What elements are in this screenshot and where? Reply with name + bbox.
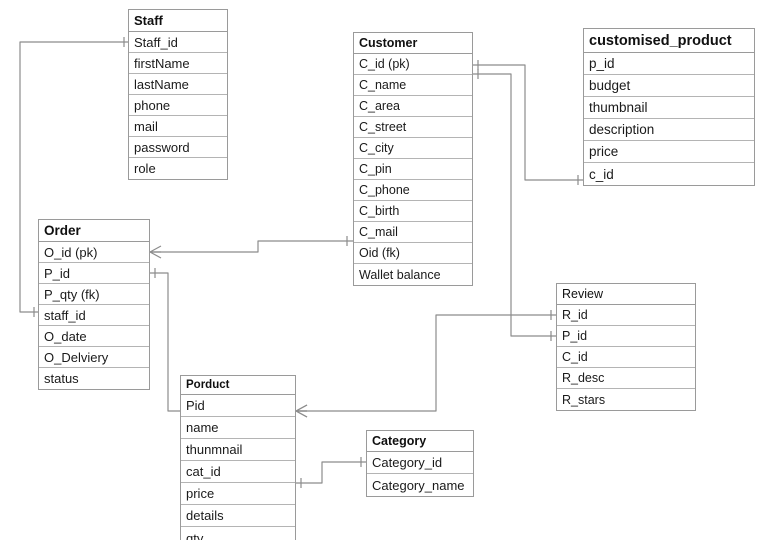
entity-field-staff-5: password: [129, 137, 227, 158]
entity-field-customer-9: Oid (fk): [354, 243, 472, 264]
entity-title-customised_product: customised_product: [584, 29, 754, 53]
relationship-porduct-to-review-from-crowsfoot: [295, 404, 308, 418]
entity-field-order-0: O_id (pk): [39, 242, 149, 263]
entity-field-porduct-1: name: [181, 417, 295, 439]
entity-order: Order O_id (pk) P_id P_qty (fk) staff_id O_da…: [38, 219, 150, 390]
entity-title-staff: Staff: [129, 10, 227, 32]
relationship-customer-to-review: [473, 73, 556, 337]
entity-field-porduct-2: thunmnail: [181, 439, 295, 461]
entity-review: Review R_id P_id C_id R_desc R_stars: [556, 283, 696, 411]
entity-field-customer-3: C_street: [354, 117, 472, 138]
entity-field-porduct-3: cat_id: [181, 461, 295, 483]
entity-field-customer-8: C_mail: [354, 222, 472, 243]
relationship-order-to-customer: [150, 240, 353, 253]
entity-staff: Staff Staff_id firstName lastName phone mail p…: [128, 9, 228, 180]
entity-field-order-1: P_id: [39, 263, 149, 284]
entity-title-customer: Customer: [354, 33, 472, 54]
entity-field-review-2: C_id: [557, 347, 695, 368]
entity-field-customised_product-0: p_id: [584, 53, 754, 75]
relationship-customer-to-customised-product: [473, 64, 583, 181]
entity-field-customised_product-1: budget: [584, 75, 754, 97]
entity-field-customer-2: C_area: [354, 96, 472, 117]
entity-field-category-1: Category_name: [372, 477, 465, 493]
entity-field-customer-0: C_id (pk): [354, 54, 472, 75]
entity-field-customer-7: C_birth: [354, 201, 472, 222]
relationship-porduct-to-review: [296, 314, 556, 412]
entity-field-order-2: P_qty (fk): [39, 284, 149, 305]
entity-category: Category Category_id Category_name: [366, 430, 474, 497]
relationship-order-to-customer-from-crowsfoot: [149, 245, 162, 259]
entity-field-staff-4: mail: [129, 116, 227, 137]
entity-field-order-6: status: [44, 371, 79, 386]
er-diagram-canvas: Staff Staff_id firstName lastName phone mail p…: [0, 0, 768, 540]
entity-customer: Customer C_id (pk) C_name C_area C_street C_c…: [353, 32, 473, 286]
entity-title-porduct: Porduct: [181, 376, 295, 395]
entity-field-review-1: P_id: [557, 326, 695, 347]
entity-title-review: Review: [557, 284, 695, 305]
entity-field-staff-3: phone: [129, 95, 227, 116]
entity-field-customer-6: C_phone: [354, 180, 472, 201]
entity-field-customised_product-5: c_id: [589, 166, 614, 182]
entity-field-customised_product-3: description: [584, 119, 754, 141]
entity-title-category: Category: [367, 431, 473, 452]
entity-field-review-3: R_desc: [557, 368, 695, 389]
entity-field-category-0: Category_id: [367, 452, 473, 474]
porduct-pid-right-crowsfoot: [295, 404, 308, 418]
entity-field-review-4: R_stars: [562, 392, 606, 407]
entity-field-customer-4: C_city: [354, 138, 472, 159]
entity-customised_product: customised_product p_id budget thumbnail des…: [583, 28, 755, 186]
entity-field-customer-10: Wallet balance: [359, 267, 441, 282]
entity-field-staff-2: lastName: [129, 74, 227, 95]
entity-field-customer-1: C_name: [354, 75, 472, 96]
entity-field-porduct-4: price: [181, 483, 295, 505]
entity-field-porduct-0: Pid: [181, 395, 295, 417]
entity-field-order-4: O_date: [39, 326, 149, 347]
entity-porduct: Porduct Pid name thunmnail cat_id price detail…: [180, 375, 296, 540]
entity-field-order-5: O_Delviery: [39, 347, 149, 368]
entity-field-review-0: R_id: [557, 305, 695, 326]
entity-field-customer-5: C_pin: [354, 159, 472, 180]
entity-field-porduct-5: details: [181, 505, 295, 527]
entity-field-porduct-6: qty: [186, 530, 204, 540]
entity-field-customised_product-2: thumbnail: [584, 97, 754, 119]
entity-field-staff-0: Staff_id: [129, 32, 227, 53]
relationship-porduct-to-category: [296, 461, 366, 484]
entity-field-staff-6: role: [134, 161, 156, 176]
entity-field-customised_product-4: price: [584, 141, 754, 163]
entity-title-order: Order: [39, 220, 149, 242]
relationship-order-to-porduct: [150, 272, 180, 412]
entity-field-order-3: staff_id: [39, 305, 149, 326]
entity-field-staff-1: firstName: [129, 53, 227, 74]
